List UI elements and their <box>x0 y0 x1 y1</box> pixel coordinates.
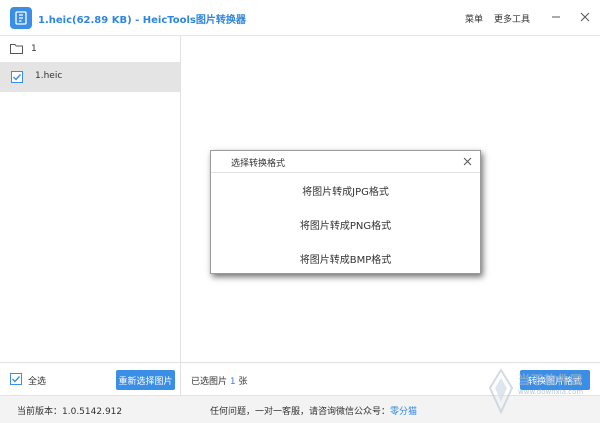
convert-png-option[interactable]: 将图片转成PNG格式 <box>211 209 480 239</box>
selected-count: 1 <box>229 377 236 387</box>
folder-label: 1 <box>31 44 37 54</box>
selected-prefix: 已选图片 <box>191 377 228 387</box>
support-label: 任何问题，一对一客服，请咨询微信公众号： <box>210 407 391 417</box>
dialog-title: 选择转换格式 <box>231 159 286 169</box>
selected-count-text: 已选图片 1 张 <box>191 374 248 387</box>
window-title: 1.heic(62.89 KB) - HeicTools图片转换器 <box>38 15 246 26</box>
folder-icon <box>10 44 23 54</box>
watermark: 当下软件园 www.downxia.com <box>488 368 592 418</box>
wechat-account-link[interactable]: 零分猫 <box>390 407 417 417</box>
checkmark-icon <box>13 74 22 81</box>
close-icon[interactable] <box>576 8 594 26</box>
select-all-checkbox[interactable] <box>10 373 22 385</box>
minimize-icon[interactable] <box>547 8 565 26</box>
file-list-item[interactable]: 1.heic <box>0 62 180 92</box>
title-bar: 1.heic(62.89 KB) - HeicTools图片转换器 菜单 更多工… <box>0 0 600 36</box>
convert-jpg-option[interactable]: 将图片转成JPG格式 <box>211 175 480 205</box>
dialog-header: 选择转换格式 <box>211 151 480 173</box>
select-all-label: 全选 <box>28 377 47 387</box>
selected-suffix: 张 <box>238 377 248 387</box>
dialog-close-icon[interactable] <box>460 154 474 168</box>
more-tools-button[interactable]: 更多工具 <box>494 12 530 25</box>
convert-bmp-option[interactable]: 将图片转成BMP格式 <box>211 243 480 273</box>
watermark-logo-icon <box>488 368 514 414</box>
select-format-dialog: 选择转换格式 将图片转成JPG格式 将图片转成PNG格式 将图片转成BMP格式 <box>210 150 481 274</box>
file-list-panel: 1 1.heic <box>0 36 181 362</box>
folder-row[interactable]: 1 <box>0 36 180 62</box>
reselect-images-button[interactable]: 重新选择图片 <box>116 370 175 390</box>
watermark-text: 当下软件园 <box>518 373 584 387</box>
app-logo-icon <box>10 7 32 29</box>
divider <box>180 363 181 396</box>
file-checkbox[interactable] <box>11 71 23 83</box>
support-text: 任何问题，一对一客服，请咨询微信公众号：零分猫 <box>210 404 417 417</box>
file-name: 1.heic <box>35 71 63 81</box>
watermark-url: www.downxia.com <box>518 388 584 396</box>
checkmark-icon <box>12 376 21 383</box>
version-text: 当前版本：1.0.5142.912 <box>17 407 123 417</box>
menu-button[interactable]: 菜单 <box>465 12 483 25</box>
